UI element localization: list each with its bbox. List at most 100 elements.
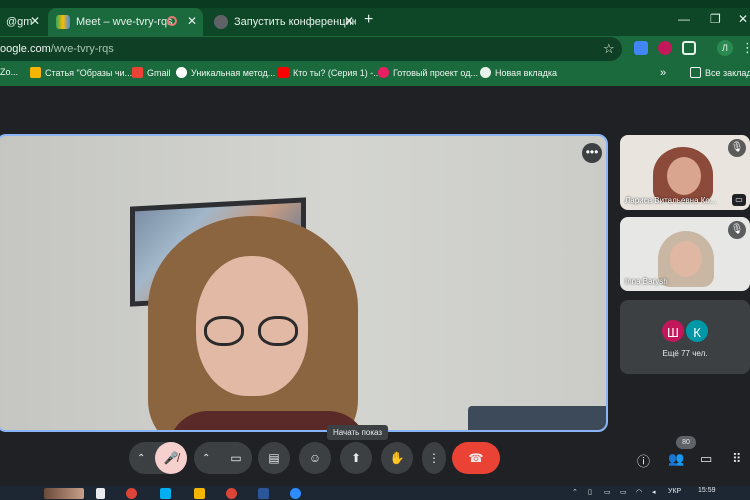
leave-call-button[interactable]: ☎ <box>452 442 500 474</box>
tab-strip: @gm ✕ Meet – wve-tvry-rqs ✕ Запустить ко… <box>0 0 750 36</box>
restore-icon[interactable]: ❐ <box>710 12 721 26</box>
bookmark-favicon-icon <box>30 67 41 78</box>
language-indicator[interactable]: УКР <box>668 488 681 495</box>
close-window-icon[interactable]: ✕ <box>738 12 748 26</box>
tooltip: Начать показ <box>327 425 389 440</box>
word-icon[interactable] <box>258 488 269 499</box>
bookmark-item[interactable]: Статья "Образы чи... <box>30 67 132 78</box>
tab-zoom[interactable]: Запустить конференцию - Zoo ✕ <box>206 8 356 36</box>
participant-count-badge: 80 <box>676 436 696 449</box>
sofa <box>468 406 606 430</box>
tab-gmail[interactable]: @gm <box>0 8 53 36</box>
meeting-details-icon[interactable]: ⓘ <box>637 451 650 470</box>
bookmark-item[interactable]: Кто ты? (Серия 1) -... <box>278 67 381 78</box>
task-view-icon[interactable] <box>96 488 105 499</box>
bookmarks-overflow-button[interactable]: » <box>660 67 666 79</box>
more-participants-tile[interactable]: Ш К Ещё 77 чел. <box>620 300 750 374</box>
avatar: Ш <box>660 318 686 344</box>
url-text: oogle.com/wve-tvry-rqs <box>0 43 114 55</box>
tray-chevron-icon[interactable]: ⌃ <box>572 488 578 496</box>
browser-menu-icon[interactable]: ⋮ <box>741 40 750 56</box>
tab-strip-edge <box>0 0 750 8</box>
new-tab-button[interactable]: + <box>364 12 373 28</box>
wifi-icon[interactable]: ◠ <box>636 488 642 496</box>
extension-icon[interactable] <box>634 41 648 55</box>
youtube-icon <box>278 67 289 78</box>
minimize-icon[interactable]: — <box>678 12 690 26</box>
main-video-tile[interactable]: ••• <box>0 134 608 432</box>
tab-close-icon[interactable]: ✕ <box>30 14 40 28</box>
tab-close-icon[interactable]: ✕ <box>344 14 354 28</box>
tab-meet[interactable]: Meet – wve-tvry-rqs ✕ <box>48 8 203 36</box>
zoom-icon[interactable] <box>290 488 301 499</box>
clock-time[interactable]: 15:59 <box>698 487 716 494</box>
mic-off-icon: 🎙 <box>728 139 746 157</box>
mic-options-chevron-icon[interactable]: ⌃ <box>137 453 145 464</box>
camera-options-chevron-icon[interactable]: ⌃ <box>202 453 210 464</box>
participant-tile[interactable]: 🎙 Лариса Витальевна Ко... ▭ <box>620 135 750 210</box>
battery-icon[interactable]: ▭ <box>620 488 627 496</box>
meet-favicon-icon <box>56 15 70 29</box>
tab-label: @gm <box>6 16 33 28</box>
bookmark-label: Gmail <box>147 67 171 78</box>
bookmark-label: Zo... <box>0 67 19 77</box>
raise-hand-button[interactable]: ✋ <box>381 442 413 474</box>
bookmark-label: Новая вкладка <box>495 67 558 78</box>
start-thumbnail[interactable] <box>44 488 84 499</box>
bookmark-item[interactable]: Новая вкладка <box>480 67 557 78</box>
more-participants-label: Ещё 77 чел. <box>662 349 708 358</box>
gmail-icon <box>132 67 143 78</box>
tray-icon[interactable]: ▯ <box>588 488 592 496</box>
participant-name: Лариса Витальевна Ко... <box>625 196 717 205</box>
bookmark-item[interactable]: Готовый проект од... <box>378 67 478 78</box>
mic-off-icon: 🎙 <box>728 221 746 239</box>
profile-avatar[interactable]: Л <box>717 40 733 56</box>
tab-close-icon[interactable]: ✕ <box>187 14 197 28</box>
tab-label: Запустить конференцию - Zoo <box>234 16 356 28</box>
captions-button[interactable]: ▤ <box>258 442 290 474</box>
google-icon <box>176 67 187 78</box>
extensions-puzzle-icon[interactable] <box>682 41 696 55</box>
participant-name: Inna Barysh <box>625 277 668 286</box>
meet-stage: ••• 🎙 Лариса Витальевна Ко... ▭ 🎙 Inna B… <box>0 86 750 500</box>
all-bookmarks-button[interactable]: Все закладк <box>690 67 750 78</box>
browser-toolbar: oogle.com/wve-tvry-rqs ☆ Л ⋮ <box>0 36 750 62</box>
camera-toggle-button[interactable]: ▭ <box>220 442 252 474</box>
people-icon[interactable]: 👥 <box>668 451 684 467</box>
file-explorer-icon[interactable] <box>194 488 205 499</box>
recording-icon <box>167 16 177 26</box>
mic-control-group: ⌃ 🎤̸ <box>129 442 187 474</box>
zoom-favicon-icon <box>214 15 228 29</box>
activities-icon[interactable]: ⠿ <box>732 451 742 467</box>
bookmark-favicon-icon <box>378 67 389 78</box>
bookmark-label: Все закладк <box>705 67 750 78</box>
tab-label: Meet – wve-tvry-rqs <box>76 16 173 28</box>
mic-toggle-button[interactable]: 🎤̸ <box>155 442 187 474</box>
extension-icon[interactable] <box>658 41 672 55</box>
bookmark-label: Уникальная метод... <box>191 67 276 78</box>
tray-icon[interactable]: ▭ <box>604 488 611 496</box>
pin-icon[interactable]: ▭ <box>732 194 746 206</box>
bookmark-item[interactable]: Gmail <box>132 67 171 78</box>
more-options-button[interactable]: ⋮ <box>422 442 446 474</box>
chat-icon[interactable]: ▭ <box>700 451 712 467</box>
folder-icon <box>690 67 701 78</box>
skype-icon[interactable] <box>160 488 171 499</box>
camera-control-group: ⌃ ▭ <box>194 442 252 474</box>
present-screen-button[interactable]: ⬆ <box>340 442 372 474</box>
avatar: К <box>684 318 710 344</box>
bookmark-star-icon[interactable]: ☆ <box>603 41 615 57</box>
chrome-icon[interactable] <box>126 488 137 499</box>
volume-icon[interactable]: ◂ <box>652 488 656 496</box>
bookmark-item[interactable]: Уникальная метод... <box>176 67 275 78</box>
url-path: /wve-tvry-rqs <box>50 43 114 55</box>
participant-tile[interactable]: 🎙 Inna Barysh <box>620 217 750 291</box>
tile-options-button[interactable]: ••• <box>582 143 602 163</box>
globe-icon <box>480 67 491 78</box>
bookmark-label: Кто ты? (Серия 1) -... <box>293 67 381 78</box>
emoji-reactions-button[interactable]: ☺ <box>299 442 331 474</box>
chrome-icon[interactable] <box>226 488 237 499</box>
bookmark-item[interactable]: Zo... <box>0 67 18 77</box>
address-bar[interactable]: oogle.com/wve-tvry-rqs ☆ <box>0 37 622 61</box>
bookmark-label: Готовый проект од... <box>393 67 478 78</box>
